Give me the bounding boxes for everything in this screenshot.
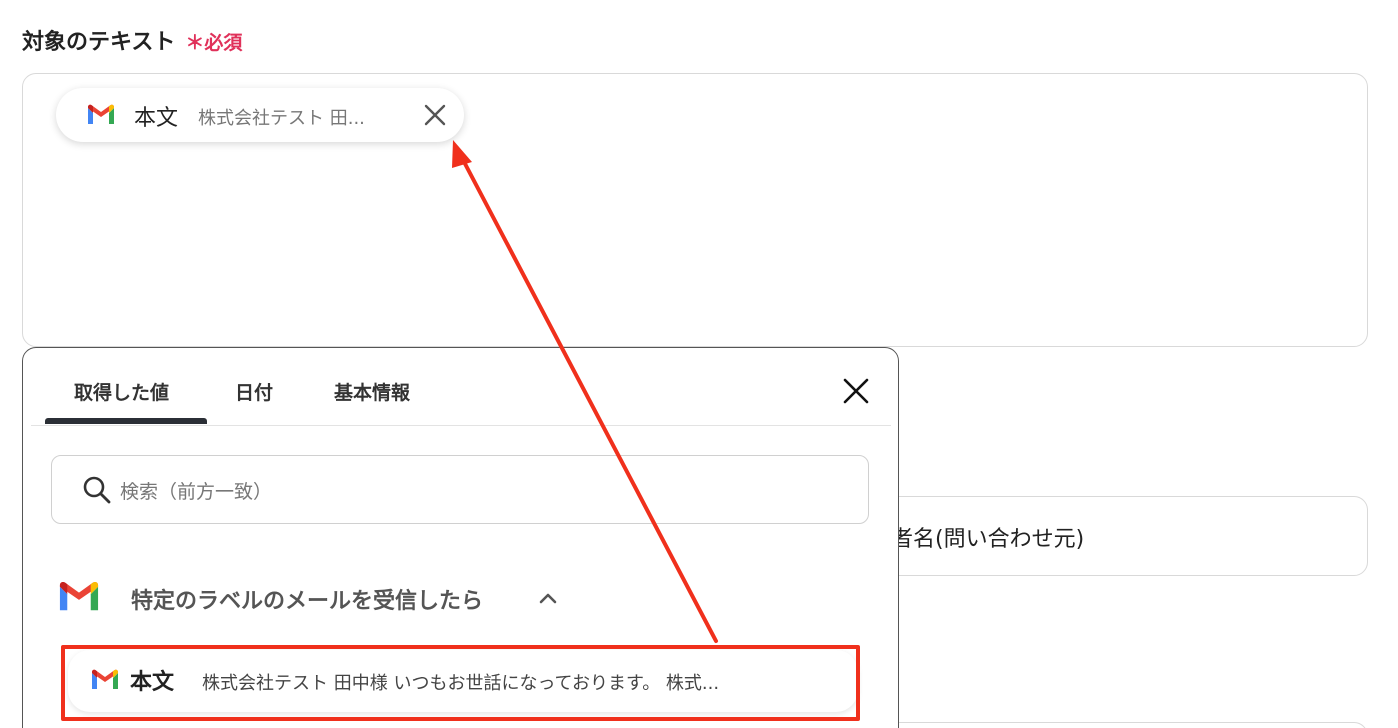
group-title: 特定のラベルのメールを受信したら [131,589,484,614]
field-label-text: 対象のテキスト [22,30,176,55]
tab-acquired-values[interactable]: 取得した値 [74,378,169,405]
active-tab-indicator [45,418,207,424]
gmail-icon [86,104,116,130]
chip-name: 本文 [134,106,179,131]
trigger-group-header[interactable]: 特定のラベルのメールを受信したら [51,576,751,620]
item-preview: 株式会社テスト 田中様 いつもお世話になっております。 株式... [202,673,720,694]
search-placeholder: 検索（前方一致） [120,481,273,503]
gmail-icon [90,669,120,695]
background-field[interactable]: 者名(問い合わせ元) [870,496,1368,576]
required-marker: ＊必須 [185,32,243,54]
item-name: 本文 [130,670,175,695]
search-icon [82,475,112,505]
close-icon[interactable] [839,374,873,408]
field-label: 対象のテキスト ＊必須 [22,24,242,56]
selected-value-chip[interactable]: 本文 株式会社テスト 田... [56,88,464,142]
tab-date[interactable]: 日付 [235,378,273,405]
value-item-body[interactable]: 本文 株式会社テスト 田中様 いつもお世話になっております。 株式... [68,650,858,712]
background-field-2[interactable] [870,722,1368,728]
chip-preview: 株式会社テスト 田... [198,108,365,129]
tab-divider [31,425,891,426]
chevron-up-icon[interactable] [537,590,559,606]
tab-basic-info[interactable]: 基本情報 [334,378,410,405]
close-icon[interactable] [422,102,448,128]
gmail-icon [57,580,101,618]
background-field-text: 者名(問い合わせ元) [891,527,1085,552]
tab-bar: 取得した値 日付 基本情報 [23,348,898,426]
search-input[interactable]: 検索（前方一致） [51,455,869,524]
